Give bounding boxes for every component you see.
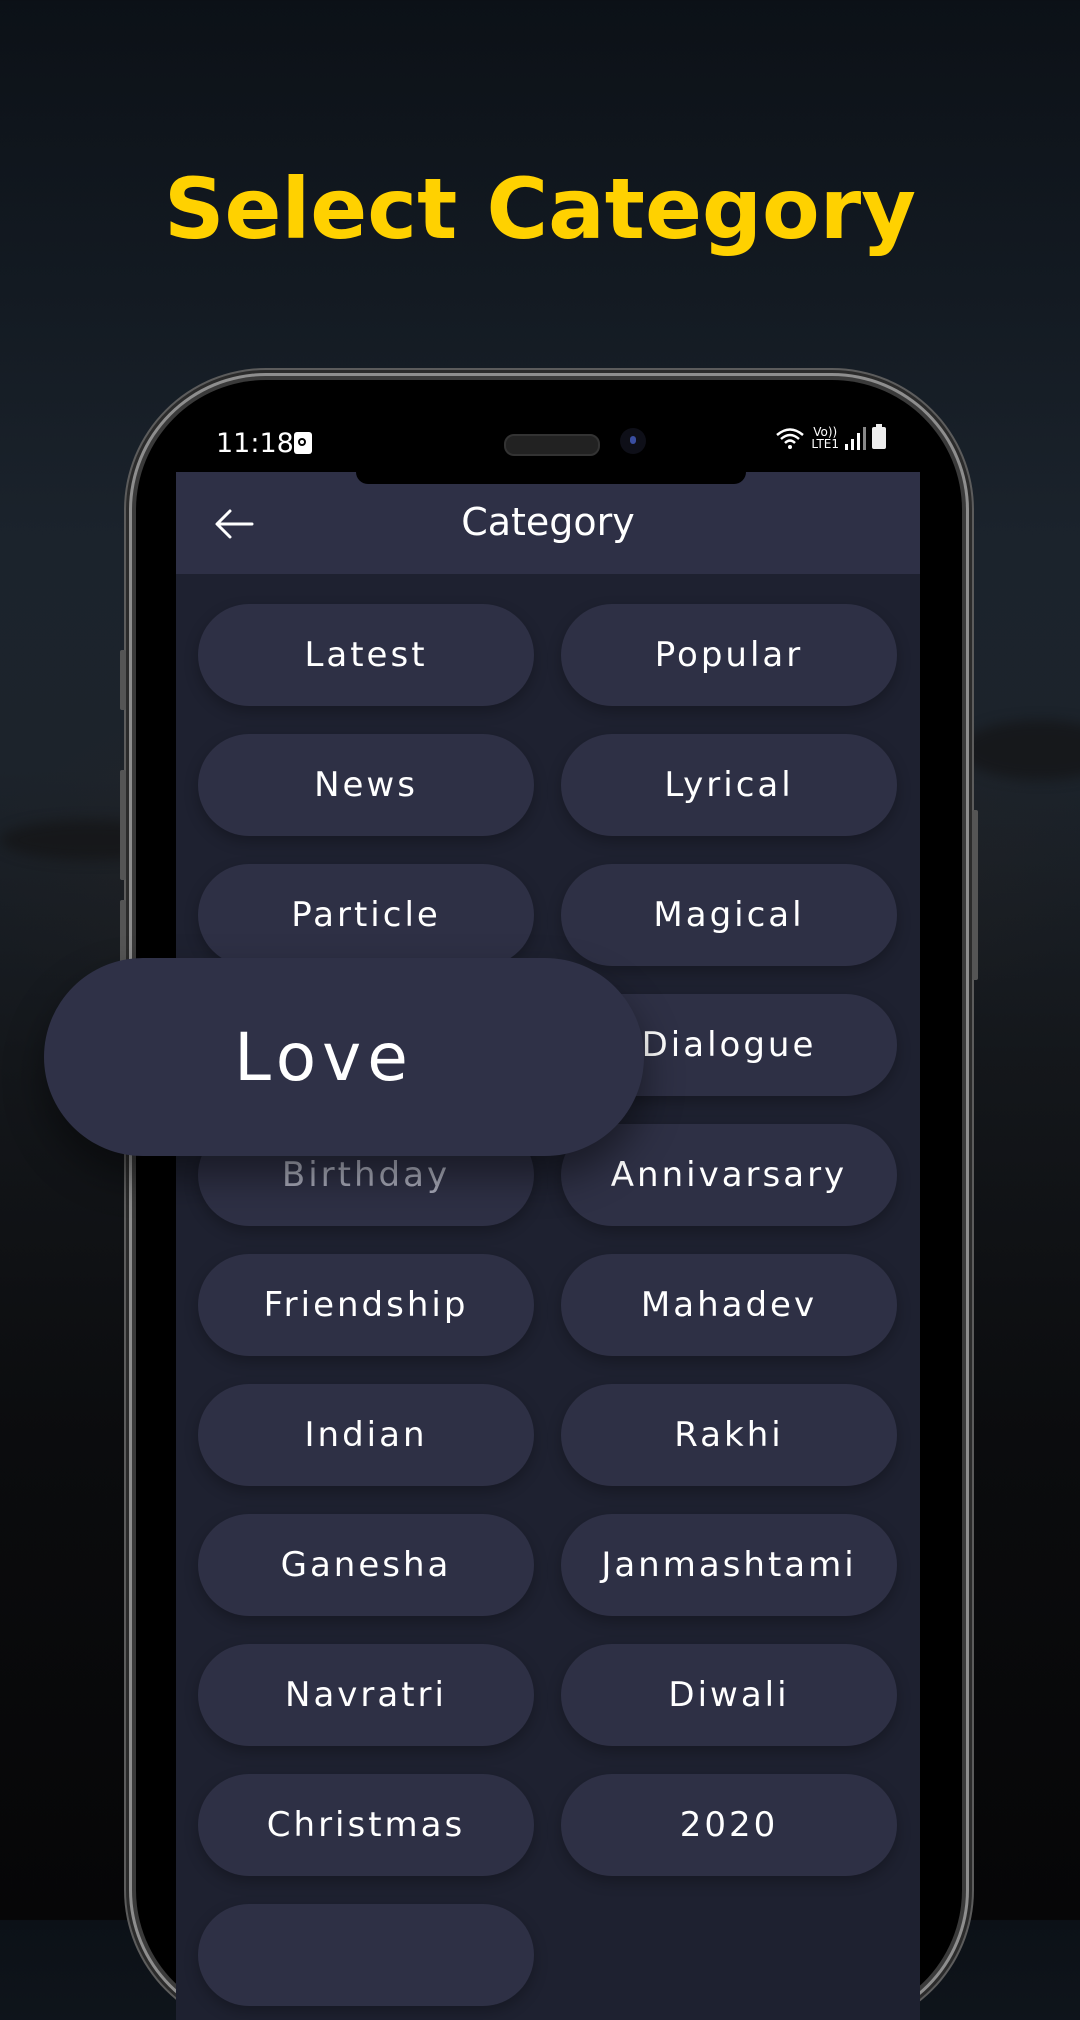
phone-side-button [120, 650, 126, 710]
promo-title: Select Category [164, 160, 916, 258]
category-chip[interactable]: Friendship [198, 1254, 534, 1356]
highlighted-category-chip[interactable]: Love [44, 958, 644, 1156]
phone-side-button [120, 770, 126, 880]
earpiece-speaker [504, 434, 600, 456]
category-label: Navratri [285, 1675, 447, 1715]
signal-icon [845, 426, 866, 450]
category-label: Popular [654, 635, 804, 675]
app-bar-title: Category [461, 500, 635, 544]
network-type-icon: Vo)) LTE1 [811, 426, 839, 450]
status-time: 11:18 [216, 428, 294, 459]
notch [356, 472, 746, 484]
category-label: 2020 [679, 1805, 779, 1845]
category-chip[interactable] [198, 1904, 534, 2006]
phone-side-button [972, 810, 978, 980]
category-chip[interactable]: Diwali [561, 1644, 897, 1746]
category-label: Friendship [263, 1285, 469, 1325]
status-bar: 11:18 Vo)) LTE1 [136, 380, 962, 472]
category-chip[interactable]: Lyrical [561, 734, 897, 836]
category-label: Mahadev [640, 1285, 818, 1325]
category-label: Rakhi [674, 1415, 784, 1455]
phone-frame: 11:18 Vo)) LTE1 Category Latest Popular … [120, 380, 978, 2020]
status-icons: Vo)) LTE1 [775, 424, 886, 450]
category-chip[interactable]: Ganesha [198, 1514, 534, 1616]
category-label: Lyrical [664, 765, 794, 805]
front-camera [620, 428, 646, 454]
category-label: Diwali [668, 1675, 790, 1715]
category-chip[interactable]: 2020 [561, 1774, 897, 1876]
category-label: Janmashtami [601, 1545, 857, 1585]
category-label: Latest [304, 635, 428, 675]
category-chip[interactable]: Rakhi [561, 1384, 897, 1486]
category-label: Particle [291, 895, 441, 935]
category-chip[interactable]: Janmashtami [561, 1514, 897, 1616]
category-label: Dialogue [641, 1025, 817, 1065]
category-label: Magical [653, 895, 805, 935]
app-screen: Category Latest Popular News Lyrical Particl… [176, 472, 920, 2020]
category-label: Birthday [281, 1155, 451, 1195]
lte-label: LTE1 [811, 437, 839, 451]
category-chip[interactable]: Annivarsary [561, 1124, 897, 1226]
category-label: Indian [304, 1415, 428, 1455]
app-bar: Category [176, 472, 920, 574]
category-chip[interactable]: Latest [198, 604, 534, 706]
category-chip[interactable]: Mahadev [561, 1254, 897, 1356]
alarm-icon [294, 432, 312, 454]
category-chip[interactable]: Navratri [198, 1644, 534, 1746]
wifi-icon [776, 428, 805, 449]
category-chip[interactable]: Indian [198, 1384, 534, 1486]
category-label: Annivarsary [610, 1155, 848, 1195]
category-chip[interactable]: Particle [198, 864, 534, 966]
category-chip[interactable]: News [198, 734, 534, 836]
category-chip[interactable]: Magical [561, 864, 897, 966]
category-chip[interactable]: Popular [561, 604, 897, 706]
battery-icon [872, 424, 886, 449]
category-label: News [314, 765, 418, 805]
category-chip[interactable]: Christmas [198, 1774, 534, 1876]
category-label: Ganesha [280, 1545, 452, 1585]
highlighted-category-label: Love [234, 1018, 414, 1096]
category-label: Christmas [266, 1805, 466, 1845]
